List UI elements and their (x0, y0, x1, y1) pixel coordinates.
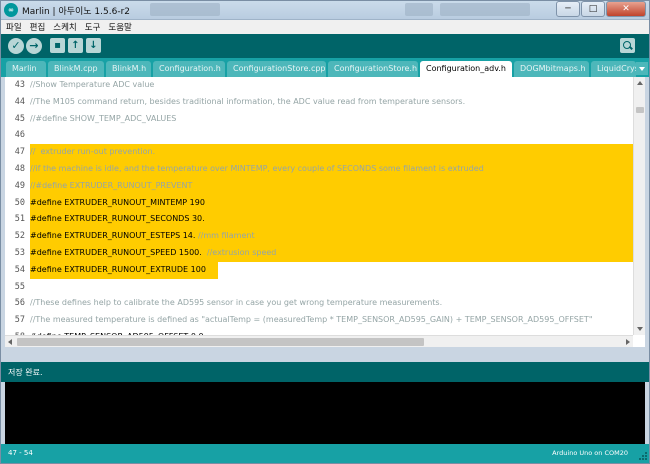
code-line: //The measured temperature is defined as… (30, 315, 593, 325)
tab-dogmbitmaps-h[interactable]: DOGMbitmaps.h (514, 61, 589, 77)
window-title: Marlin | 아두이노 1.5.6-r2 (22, 7, 130, 17)
title-bar: ∞ Marlin | 아두이노 1.5.6-r2 ─ □ ✕ (0, 0, 650, 20)
scroll-thumb[interactable] (17, 338, 424, 346)
line-number-gutter: 43 44 45 46 47 48 49 50 51 52 53 54 55 5… (5, 77, 29, 347)
line-number: 57 (14, 315, 25, 326)
line-number: 46 (14, 130, 25, 141)
menu-help[interactable]: 도움말 (108, 21, 131, 33)
minimize-button[interactable]: ─ (556, 1, 580, 17)
tab-blinkm-h[interactable]: BlinkM.h (106, 61, 151, 77)
menu-sketch[interactable]: 스케치 (53, 21, 76, 33)
line-number: 56 (14, 298, 25, 309)
scroll-down-icon[interactable] (637, 327, 643, 331)
code-line: #define EXTRUDER_RUNOUT_SECONDS 30. (30, 214, 205, 224)
code-line: //The M105 command return, besides tradi… (30, 96, 466, 106)
line-number: 47 (14, 147, 25, 158)
code-line: #define EXTRUDER_RUNOUT_ESTEPS 14. //mm … (30, 228, 255, 245)
blurred-region (440, 3, 530, 16)
code-line: //#define SHOW_TEMP_ADC_VALUES (30, 113, 177, 123)
tab-menu-button[interactable] (636, 62, 648, 75)
line-number: 50 (14, 197, 25, 208)
code-text-area[interactable]: //Show Temperature ADC value //The M105 … (30, 77, 633, 347)
toolbar: ✓ → ▪ ↑ ↓ (0, 34, 650, 58)
line-number: 52 (14, 231, 25, 242)
tab-blinkm-cpp[interactable]: BlinkM.cpp (48, 61, 104, 77)
horizontal-scrollbar[interactable] (5, 335, 633, 347)
line-number: 49 (14, 180, 25, 191)
code-line: //if the machine is idle, and the temper… (30, 164, 484, 173)
code-segment: #define EXTRUDER_RUNOUT_ESTEPS 14. (30, 231, 198, 241)
code-line: // extruder run-out prevention. (30, 147, 156, 157)
maximize-button[interactable]: □ (581, 1, 605, 17)
line-number: 54 (14, 264, 25, 275)
scroll-right-icon[interactable] (626, 339, 630, 345)
console-scrollbar[interactable] (635, 382, 645, 444)
save-icon[interactable]: ↓ (86, 38, 101, 53)
line-number: 53 (14, 248, 25, 258)
search-icon[interactable] (620, 38, 635, 53)
tab-configuration-h[interactable]: Configuration.h (153, 61, 225, 77)
scroll-thumb[interactable] (636, 107, 644, 113)
menu-tools[interactable]: 도구 (85, 21, 101, 33)
menu-edit[interactable]: 편집 (30, 21, 46, 33)
status-bar: 저장 완료. (0, 362, 650, 382)
code-line: //#define EXTRUDER_RUNOUT_PREVENT (30, 180, 193, 190)
board-port-indicator: Arduino Uno on COM20 (552, 449, 628, 457)
tab-marlin[interactable]: Marlin (6, 61, 46, 77)
line-selection-indicator: 47 - 54 (8, 449, 33, 457)
line-number: 43 (14, 80, 25, 90)
tab-liquidcrystalrus[interactable]: LiquidCrystalRus (591, 61, 636, 77)
line-number: 45 (14, 113, 25, 124)
code-segment: #define EXTRUDER_RUNOUT_SPEED 1500. (30, 248, 207, 257)
menu-file[interactable]: 파일 (6, 21, 22, 33)
status-message: 저장 완료. (8, 368, 43, 377)
code-line: #define EXTRUDER_RUNOUT_EXTRUDE 100 (30, 264, 206, 274)
code-comment: //mm filament (197, 231, 255, 241)
footer-bar: 47 - 54 Arduino Uno on COM20 (0, 444, 650, 464)
window-controls: ─ □ ✕ (556, 1, 646, 17)
arduino-logo-icon: ∞ (4, 3, 18, 17)
arrow-right-icon[interactable]: → (26, 38, 42, 54)
scroll-left-icon[interactable] (8, 339, 12, 345)
line-number: 51 (14, 214, 25, 225)
vertical-scrollbar[interactable] (633, 77, 645, 335)
scroll-up-icon[interactable] (637, 81, 643, 85)
code-line: #define EXTRUDER_RUNOUT_SPEED 1500. //ex… (30, 245, 276, 262)
line-number: 48 (14, 164, 25, 174)
open-icon[interactable]: ↑ (68, 38, 83, 53)
menu-bar: 파일 편집 스케치 도구 도움말 (0, 20, 650, 34)
close-button[interactable]: ✕ (606, 1, 646, 17)
tab-configurationstore-cpp[interactable]: ConfigurationStore.cpp (227, 61, 326, 77)
code-line: #define EXTRUDER_RUNOUT_MINTEMP 190 (30, 197, 205, 207)
line-number: 55 (14, 281, 25, 292)
code-editor[interactable]: 43 44 45 46 47 48 49 50 51 52 53 54 55 5… (5, 77, 645, 347)
resize-grip-icon[interactable] (636, 449, 648, 461)
console-output[interactable] (5, 382, 645, 444)
check-icon[interactable]: ✓ (8, 38, 24, 54)
blurred-region (150, 3, 220, 16)
code-line: //Show Temperature ADC value (30, 80, 155, 89)
tab-configuration-adv-h[interactable]: Configuration_adv.h (420, 61, 512, 77)
tab-bar: Marlin BlinkM.cpp BlinkM.h Configuration… (0, 58, 650, 77)
code-line: //These defines help to calibrate the AD… (30, 298, 443, 308)
blurred-region (405, 3, 433, 16)
code-comment: //extrusion speed (206, 248, 277, 257)
new-file-icon[interactable]: ▪ (50, 38, 65, 53)
line-number: 44 (14, 96, 25, 107)
tab-configurationstore-h[interactable]: ConfigurationStore.h (328, 61, 418, 77)
